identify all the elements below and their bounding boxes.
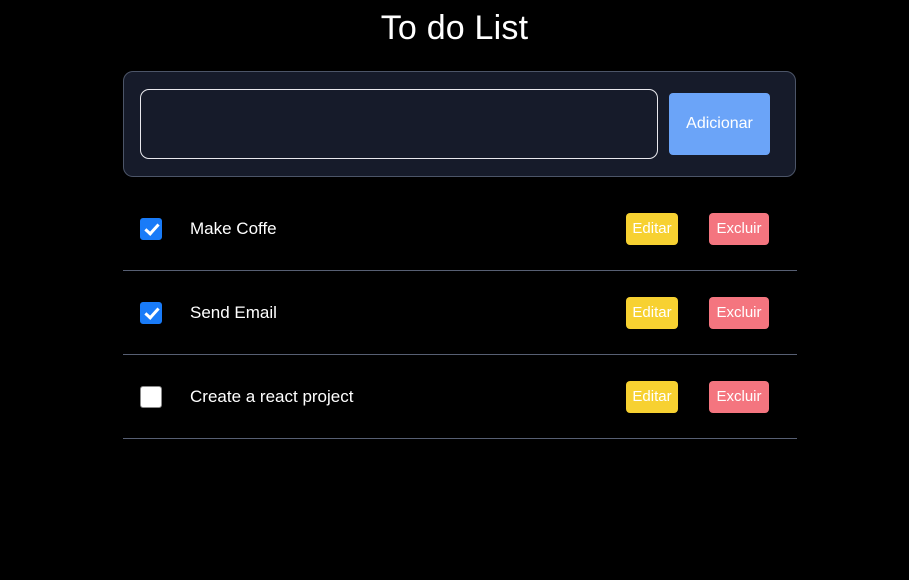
- add-task-button[interactable]: Adicionar: [669, 93, 770, 155]
- task-checkbox[interactable]: [140, 385, 162, 408]
- task-label: Send Email: [190, 302, 277, 322]
- task-label: Make Coffe: [190, 218, 277, 238]
- task-list: Make Coffe Editar Excluir Send Email Edi…: [123, 187, 797, 439]
- delete-task-button[interactable]: Excluir: [709, 212, 769, 245]
- task-row: Send Email Editar Excluir: [123, 271, 797, 355]
- add-task-card: Adicionar: [123, 71, 796, 177]
- new-task-input[interactable]: [140, 89, 658, 159]
- edit-task-button[interactable]: Editar: [626, 296, 678, 329]
- task-row: Make Coffe Editar Excluir: [123, 187, 797, 271]
- delete-task-button[interactable]: Excluir: [709, 380, 769, 413]
- task-row: Create a react project Editar Excluir: [123, 355, 797, 439]
- task-checkbox[interactable]: [140, 217, 162, 240]
- delete-task-button[interactable]: Excluir: [709, 296, 769, 329]
- edit-task-button[interactable]: Editar: [626, 380, 678, 413]
- task-label: Create a react project: [190, 386, 354, 406]
- task-checkbox[interactable]: [140, 301, 162, 324]
- page-title: To do List: [380, 9, 529, 47]
- edit-task-button[interactable]: Editar: [626, 212, 678, 245]
